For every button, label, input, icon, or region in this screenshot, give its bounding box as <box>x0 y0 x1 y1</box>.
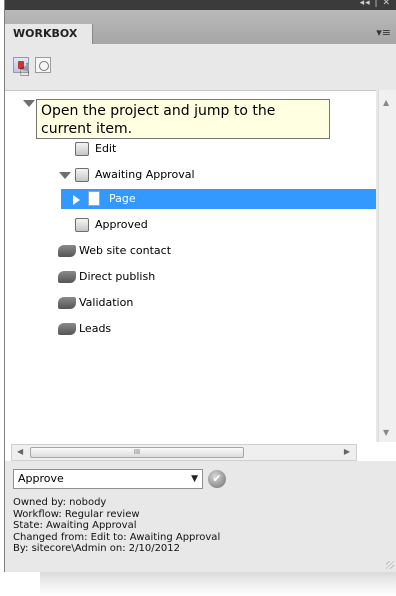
scroll-down-icon[interactable]: ▼ <box>383 428 389 437</box>
expand-arrow-icon[interactable] <box>62 220 70 232</box>
tab-bar: WORKBOX ▾≡ <box>5 10 396 44</box>
workflow-command-select[interactable]: Approve ▼ <box>13 469 203 489</box>
window-controls[interactable]: ◂◂ | ✕ <box>360 0 391 8</box>
workflow-text: Workflow: Regular review <box>13 508 140 520</box>
tree-row-edit[interactable]: Edit <box>5 139 376 159</box>
hand-cursor-icon: ☝ <box>19 60 30 81</box>
panel-title-strip: ◂◂ | ✕ <box>5 0 396 10</box>
page-icon <box>88 191 100 206</box>
workflow-tree: Edit Awaiting Approval Page Approved Web… <box>5 90 376 443</box>
expand-arrow-icon[interactable] <box>45 298 53 310</box>
by-text: By: sitecore\Admin on: 2/10/2012 <box>13 543 181 555</box>
workflow-icon <box>58 323 76 335</box>
state-icon <box>75 218 89 232</box>
check-icon[interactable]: ✔ <box>208 470 226 488</box>
tree-row-awaiting-approval[interactable]: Awaiting Approval <box>5 165 376 185</box>
tree-row-direct-publish[interactable]: Direct publish <box>5 267 376 287</box>
workflow-icon <box>58 245 76 257</box>
tree-row-web-site-contact[interactable]: Web site contact <box>5 241 376 261</box>
chevron-down-icon[interactable]: ▼ <box>191 470 198 488</box>
scroll-right-icon[interactable]: ▶ <box>344 447 350 456</box>
changed-text: Changed from: Edit to: Awaiting Approval <box>13 531 221 543</box>
expand-arrow-icon[interactable] <box>45 246 53 258</box>
state-text: State: Awaiting Approval <box>13 520 137 532</box>
tab-workbox[interactable]: WORKBOX <box>5 24 93 44</box>
resize-grip-icon[interactable] <box>386 561 394 569</box>
item-workflow-details: Owned by: nobody Workflow: Regular revie… <box>13 497 393 555</box>
tree-row-page[interactable]: Page <box>61 189 376 209</box>
tree-item-label: Page <box>109 192 136 205</box>
tree-item-label: Edit <box>95 142 117 155</box>
expand-arrow-icon[interactable] <box>72 194 80 206</box>
state-icon <box>75 168 89 182</box>
tree-item-label: Web site contact <box>79 244 172 257</box>
vertical-scrollbar[interactable]: ▲ ▼ <box>378 90 396 442</box>
tooltip: Open the project and jump to the current… <box>36 99 330 139</box>
workflow-icon <box>58 271 76 283</box>
tree-item-label: Direct publish <box>79 270 156 283</box>
collapse-arrow-icon[interactable] <box>23 100 35 107</box>
selected-command: Approve <box>18 472 64 485</box>
scroll-thumb[interactable]: III <box>30 447 244 458</box>
tree-item-label: Approved <box>95 218 148 231</box>
scroll-up-icon[interactable]: ▲ <box>383 98 389 107</box>
horizontal-scrollbar[interactable]: ◀ III ▶ <box>11 444 357 461</box>
tree-row-leads[interactable]: Leads <box>5 319 376 339</box>
collapse-arrow-icon[interactable] <box>59 172 71 179</box>
workbox-toolbar <box>5 44 396 84</box>
expand-arrow-icon[interactable] <box>62 144 70 156</box>
scroll-left-icon[interactable]: ◀ <box>17 447 23 456</box>
workflow-icon <box>58 297 76 309</box>
panel-menu-icon[interactable]: ▾≡ <box>376 26 391 39</box>
state-icon <box>75 142 89 156</box>
expand-arrow-icon[interactable] <box>45 324 53 336</box>
tree-row-approved[interactable]: Approved <box>5 215 376 235</box>
tree-item-label: Leads <box>79 322 112 335</box>
refresh-button[interactable] <box>35 57 51 73</box>
tree-item-label: Awaiting Approval <box>95 168 195 181</box>
tree-row-validation[interactable]: Validation <box>5 293 376 313</box>
workflow-command-pane: Approve ▼ ✔ Owned by: nobody Workflow: R… <box>5 461 396 572</box>
tree-item-label: Validation <box>79 296 134 309</box>
owned-by-text: Owned by: nobody <box>13 497 107 508</box>
workbox-panel: ◂◂ | ✕ WORKBOX ▾≡ ☝ Edit Awaiting Approv… <box>4 0 396 572</box>
expand-arrow-icon[interactable] <box>45 272 53 284</box>
